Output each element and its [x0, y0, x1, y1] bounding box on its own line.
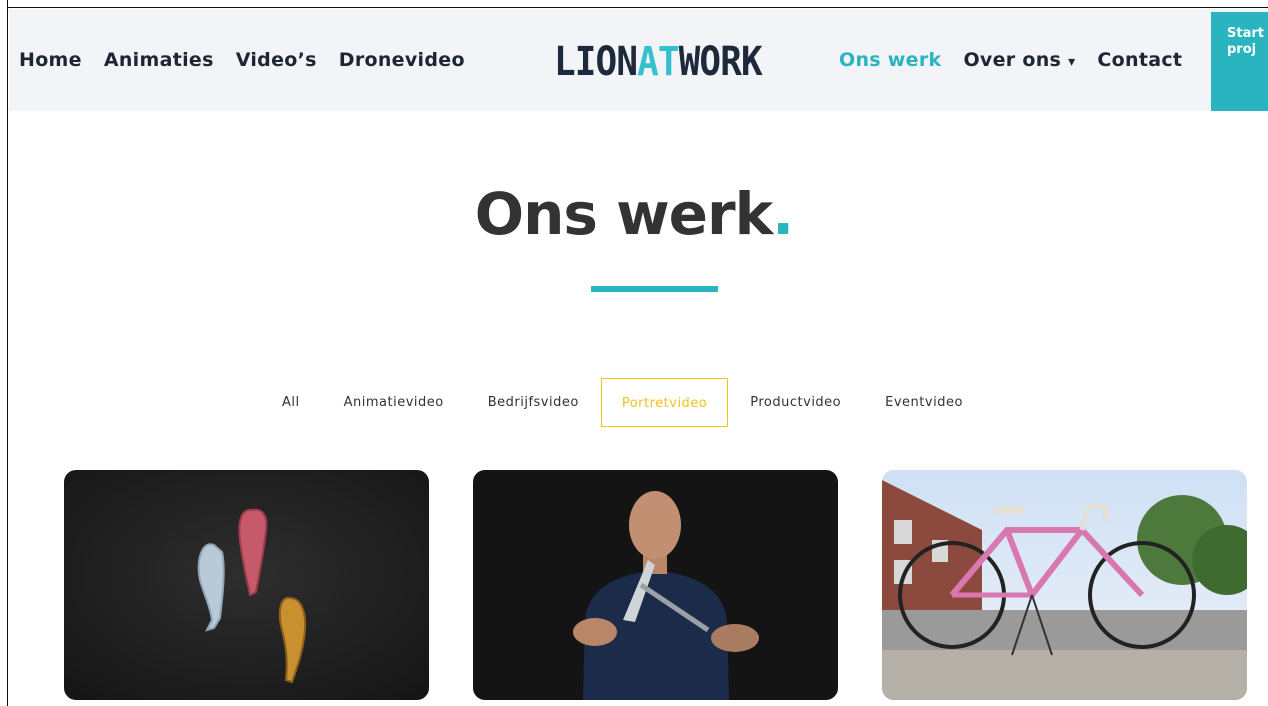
scarves-image: [64, 470, 429, 700]
logo-text-work: WORK: [678, 39, 763, 85]
logo-text-at: AT: [637, 39, 679, 85]
site-logo[interactable]: LION AT WORK: [554, 39, 763, 85]
filter-bedrijfsvideo[interactable]: Bedrijfsvideo: [466, 378, 601, 427]
nav-animaties[interactable]: Animaties: [104, 49, 214, 71]
caret-down-icon: ▾: [1068, 54, 1076, 70]
window-frame-top: [0, 0, 1268, 8]
logo-text-lion: LION: [554, 39, 638, 85]
portfolio-card-chef[interactable]: [473, 470, 838, 700]
nav-ons-werk[interactable]: Ons werk: [839, 49, 941, 71]
portfolio-grid: [64, 470, 1247, 700]
window-frame-left: [0, 0, 8, 706]
main-nav-right: Ons werk Over ons ▾ Contact: [839, 49, 1182, 71]
filter-animatievideo[interactable]: Animatievideo: [322, 378, 466, 427]
nav-dronevideo[interactable]: Dronevideo: [339, 49, 465, 71]
nav-home[interactable]: Home: [19, 49, 82, 71]
start-project-button[interactable]: Start proj: [1211, 12, 1268, 111]
page-title: Ons werk.: [0, 180, 1268, 248]
filter-all[interactable]: All: [260, 378, 322, 427]
filter-portretvideo[interactable]: Portretvideo: [600, 378, 729, 427]
main-nav-left: Home Animaties Video’s Dronevideo: [19, 49, 465, 71]
chef-portrait-image: [473, 470, 838, 700]
filter-eventvideo[interactable]: Eventvideo: [863, 378, 985, 427]
bicycle-image: [882, 470, 1247, 700]
filter-productvideo[interactable]: Productvideo: [728, 378, 863, 427]
title-underline: [591, 286, 718, 292]
portfolio-filter-bar: All Animatievideo Bedrijfsvideo Portretv…: [260, 378, 985, 427]
nav-videos[interactable]: Video’s: [236, 49, 317, 71]
portfolio-card-scarves[interactable]: [64, 470, 429, 700]
nav-contact[interactable]: Contact: [1097, 49, 1182, 71]
portfolio-card-bicycle[interactable]: [882, 470, 1247, 700]
site-header: Home Animaties Video’s Dronevideo LION AT…: [9, 9, 1268, 111]
page-title-text: Ons werk: [474, 180, 773, 248]
nav-over-ons-label: Over ons: [963, 49, 1062, 71]
page-title-dot: .: [772, 180, 794, 248]
nav-over-ons[interactable]: Over ons ▾: [963, 49, 1075, 71]
